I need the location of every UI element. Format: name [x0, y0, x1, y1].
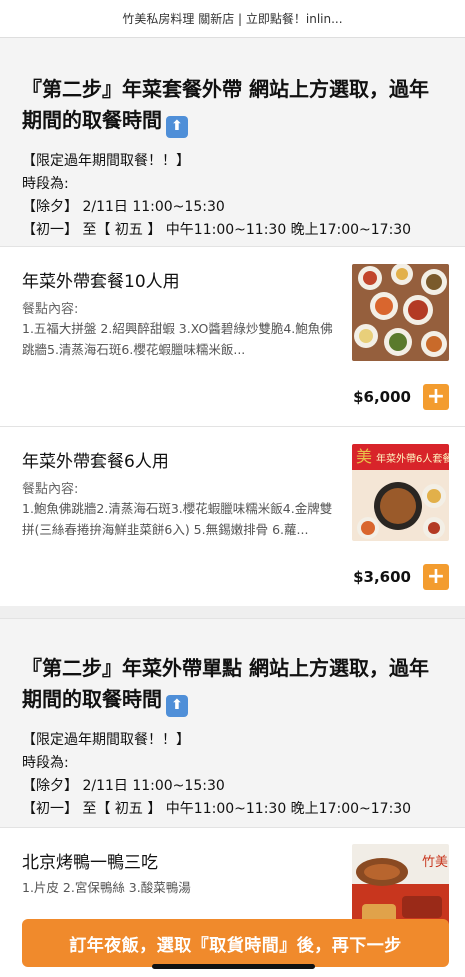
photo-banner-text: 年菜外帶6人套餐 [376, 452, 449, 465]
add-to-cart-button[interactable]: + [423, 564, 449, 590]
period-label: 時段為: [22, 175, 69, 192]
photo-logo-text: 美 [356, 447, 372, 466]
home-indicator[interactable] [152, 964, 315, 969]
photo-logo-text: 竹美 [422, 855, 448, 870]
add-to-cart-button[interactable]: + [423, 384, 449, 410]
item-content-label: 餐點內容: [22, 302, 79, 317]
item-name: 北京烤鴨一鴨三吃 [22, 853, 158, 873]
period-line-1: 【除夕】 2/11日 11:00~15:30 [22, 198, 225, 215]
page-title: 竹美私房料理 關新店 | 立即點餐！inlin... [122, 12, 343, 26]
page-header: 竹美私房料理 關新店 | 立即點餐！inlin... [0, 0, 465, 38]
up-arrow-icon: ⬆ [166, 694, 188, 717]
menu-item-set-10[interactable]: 年菜外帶套餐10人用 餐點內容: 1.五福大拼盤 2.紹興醉甜蝦 3.XO醬碧綠… [0, 246, 465, 426]
item-description: 1.鮑魚佛跳牆2.清蒸海石斑3.櫻花蝦臘味糯米飯4.金牌雙拼(三絲春捲拚海鮮韭菜… [22, 501, 333, 537]
section-notice: 【限定過年期間取餐！！】 時段為: 【除夕】 2/11日 11:00~15:30… [22, 150, 443, 242]
item-description: 1.五福大拼盤 2.紹興醉甜蝦 3.XO醬碧綠炒雙脆4.鮑魚佛跳牆5.清蒸海石斑… [22, 321, 333, 357]
section-notice: 【限定過年期間取餐！！】 時段為: 【除夕】 2/11日 11:00~15:30… [22, 729, 443, 821]
section-single-dishes-header: 『第二步』年菜外帶單點 網站上方選取，過年期間的取餐時間 ⬆ 【限定過年期間取餐！… [0, 618, 465, 827]
next-step-button[interactable]: 訂年夜飯，選取『取貨時間』後，再下一步 [22, 919, 449, 967]
period-line-1: 【除夕】 2/11日 11:00~15:30 [22, 777, 225, 794]
item-description: 1.片皮 2.宮保鴨絲 3.酸菜鴨湯 [22, 880, 191, 895]
period-label: 時段為: [22, 754, 69, 771]
item-price: $6,000 [353, 388, 411, 406]
menu-scroll-area[interactable]: 『第二步』年菜套餐外帶 網站上方選取，過年期間的取餐時間 ⬆ 【限定過年期間取餐！… [0, 38, 465, 977]
section-title: 『第二步』年菜外帶單點 網站上方選取，過年期間的取餐時間 ⬆ [22, 653, 443, 717]
item-name: 年菜外帶套餐6人用 [22, 452, 169, 472]
period-line-2: 【初一】 至【 初五 】 中午11:00~11:30 晚上17:00~17:30 [22, 800, 412, 817]
item-photo[interactable]: 美 年菜外帶6人套餐 [352, 444, 449, 541]
period-line-2: 【初一】 至【 初五 】 中午11:00~11:30 晚上17:00~17:30 [22, 221, 412, 238]
item-name: 年菜外帶套餐10人用 [22, 272, 180, 292]
item-photo[interactable] [352, 264, 449, 361]
item-price: $3,600 [353, 568, 411, 586]
section-set-meals-header: 『第二步』年菜套餐外帶 網站上方選取，過年期間的取餐時間 ⬆ 【限定過年期間取餐！… [0, 38, 465, 246]
notice-text: 【限定過年期間取餐！！】 [22, 152, 190, 169]
up-arrow-icon: ⬆ [166, 115, 188, 138]
notice-text: 【限定過年期間取餐！！】 [22, 731, 190, 748]
menu-item-set-6[interactable]: 年菜外帶套餐6人用 餐點內容: 1.鮑魚佛跳牆2.清蒸海石斑3.櫻花蝦臘味糯米飯… [0, 426, 465, 606]
section-title: 『第二步』年菜套餐外帶 網站上方選取，過年期間的取餐時間 ⬆ [22, 74, 443, 138]
item-content-label: 餐點內容: [22, 482, 79, 497]
